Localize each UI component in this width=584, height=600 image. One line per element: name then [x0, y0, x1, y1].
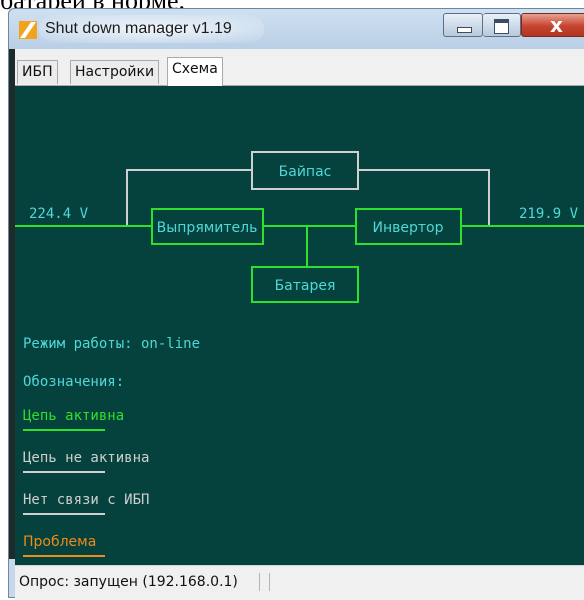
title-bar[interactable]: Shut down manager v1.19 x	[9, 9, 584, 49]
tab-ups[interactable]: ИБП	[17, 60, 58, 84]
legend-inactive-label: Цепь не активна	[23, 450, 149, 466]
bypass-wire-right	[358, 169, 490, 226]
legend-active-label: Цепь активна	[23, 408, 124, 424]
legend-no-link-label: Нет связи с ИБП	[23, 492, 149, 508]
client-area: ИБП Настройки Схема Байпас Выпрямитель И…	[15, 49, 584, 600]
tab-settings[interactable]: Настройки	[70, 60, 160, 84]
maximize-icon	[494, 19, 509, 34]
status-bar: Опрос: запущен (192.168.0.1)	[15, 565, 584, 600]
battery-label: Батарея	[275, 278, 336, 294]
tab-schema[interactable]: Схема	[167, 57, 223, 86]
minimize-icon	[457, 27, 472, 33]
app-window: Shut down manager v1.19 x ИБП Настройки …	[8, 8, 584, 600]
inverter-label: Инвертор	[373, 220, 444, 236]
input-voltage: 224.4 V	[29, 206, 89, 222]
window-title: Shut down manager v1.19	[45, 20, 232, 37]
maximize-button[interactable]	[483, 13, 521, 37]
close-icon: x	[550, 13, 563, 37]
minimize-button[interactable]	[443, 13, 483, 37]
schema-diagram: Байпас Выпрямитель Инвертор Батарея 224.…	[15, 151, 584, 557]
legend-title: Обозначения:	[23, 374, 124, 390]
app-icon	[19, 21, 37, 39]
status-separator	[259, 573, 260, 591]
polling-status: Опрос: запущен (192.168.0.1)	[19, 574, 238, 590]
bypass-wire-left	[126, 169, 252, 226]
mode-text: Режим работы: on-line	[23, 336, 200, 352]
bypass-label: Байпас	[279, 164, 332, 180]
status-separator	[269, 573, 270, 591]
output-voltage: 219.9 V	[519, 206, 579, 222]
rectifier-label: Выпрямитель	[157, 220, 258, 236]
schema-panel: Байпас Выпрямитель Инвертор Батарея 224.…	[15, 85, 584, 566]
close-button[interactable]: x	[521, 13, 584, 37]
legend-problem-label: Проблема	[23, 534, 96, 550]
